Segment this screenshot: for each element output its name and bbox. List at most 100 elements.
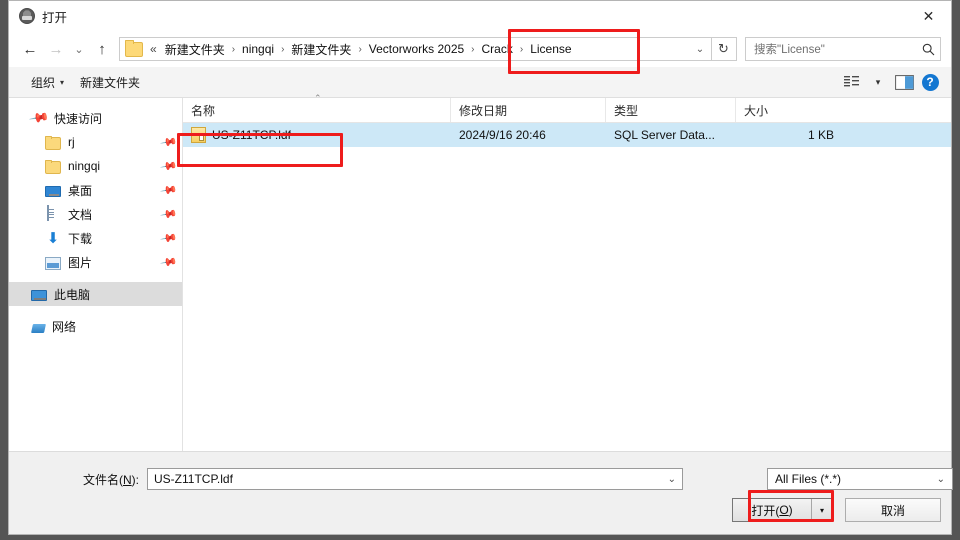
search-icon [916,43,940,56]
breadcrumb-item-2[interactable]: 新建文件夹 [287,39,355,60]
view-list-icon[interactable] [839,71,865,93]
filename-label-suffix: ): [131,472,139,487]
help-button[interactable]: ? [917,71,943,93]
sidebar-item-label: 下载 [68,231,93,246]
dialog-buttons: 打开(O) ▾ 取消 [19,498,941,522]
search-box[interactable]: 搜索"License" [745,37,941,61]
new-folder-button[interactable]: 新建文件夹 [72,71,148,94]
close-icon[interactable]: ✕ [906,1,951,31]
sidebar-item-pictures[interactable]: 图片 📌 [9,250,182,274]
sort-ascending-icon: ⌃ [314,93,322,103]
pin-icon[interactable]: 📌 [160,253,179,272]
sidebar-item-quick-access[interactable]: 📌 快速访问 [9,106,182,130]
filename-label-prefix: 文件名( [82,472,123,487]
sidebar-item-label: 桌面 [68,183,93,198]
open-file-dialog: 打开 ✕ ← → ⌄ ↑ « 新建文件夹 › ningqi › 新建文件夹 › [8,0,953,535]
breadcrumb-item-4[interactable]: Crack [478,40,517,58]
sidebar-item-desktop[interactable]: 桌面 📌 [9,178,182,202]
sidebar-item-label: 图片 [68,255,93,270]
preview-pane-icon[interactable] [891,71,917,93]
chevron-right-icon[interactable]: › [468,42,477,57]
organize-label: 组织 [31,75,56,90]
documents-icon [45,205,61,222]
breadcrumb-overflow[interactable]: « [149,40,161,58]
chevron-right-icon[interactable]: › [278,42,287,57]
chevron-down-icon[interactable]: ⌄ [668,474,676,485]
chevron-right-icon[interactable]: › [229,42,238,57]
up-icon[interactable]: ↑ [89,36,115,62]
file-date-cell: 2024/9/16 20:46 [459,128,546,142]
file-name-label: US-Z11TCP.ldf [212,128,291,142]
breadcrumb-item-5[interactable]: License [526,40,575,58]
chevron-right-icon[interactable]: › [355,42,364,57]
pin-icon: 📌 [28,106,51,129]
pin-icon[interactable]: 📌 [160,229,179,248]
open-button-label[interactable]: 打开(O) [733,499,812,521]
column-header-name[interactable]: 名称 ⌃ [183,93,451,122]
organize-button[interactable]: 组织 ▾ [23,71,72,94]
chevron-right-icon[interactable]: › [517,42,526,57]
folder-icon [125,39,143,57]
recent-locations-icon[interactable]: ⌄ [69,36,89,62]
ldf-file-icon [191,127,206,143]
sidebar-item-this-pc[interactable]: 此电脑 [9,282,182,306]
sidebar-item-downloads[interactable]: ⬇ 下载 📌 [9,226,182,250]
sidebar-item-rj[interactable]: rj 📌 [9,130,182,154]
pin-icon[interactable]: 📌 [160,133,179,152]
open-button[interactable]: 打开(O) ▾ [732,498,833,522]
sidebar-item-label: 文档 [68,207,93,222]
sidebar-item-documents[interactable]: 文档 📌 [9,202,182,226]
filetype-select[interactable]: All Files (*.*) ⌄ [767,468,953,490]
open-label-key: O [779,503,789,517]
chevron-down-icon: ▾ [60,77,65,87]
open-dropdown-icon[interactable]: ▾ [812,499,832,521]
pin-icon[interactable]: 📌 [160,157,179,176]
column-header-date[interactable]: 修改日期 [451,98,606,122]
chevron-down-icon[interactable]: ⌄ [689,38,711,60]
pin-icon[interactable]: 📌 [160,181,179,200]
this-pc-icon [31,289,47,301]
breadcrumb-item-3[interactable]: Vectorworks 2025 [365,40,468,58]
pin-icon[interactable]: 📌 [160,205,179,224]
dialog-body: 📌 快速访问 rj 📌 ningqi 📌 桌面 📌 文档 📌 ⬇ 下载 📌 图片… [9,93,951,451]
open-label-prefix: 打开( [751,503,780,518]
network-icon [31,323,46,333]
sidebar-item-ningqi[interactable]: ningqi 📌 [9,154,182,178]
open-label-suffix: ) [788,503,793,517]
address-bar[interactable]: « 新建文件夹 › ningqi › 新建文件夹 › Vectorworks 2… [119,37,712,61]
navigation-bar: ← → ⌄ ↑ « 新建文件夹 › ningqi › 新建文件夹 › Vecto… [9,31,951,67]
filename-input[interactable]: US-Z11TCP.ldf ⌄ [147,468,683,490]
filename-value: US-Z11TCP.ldf [154,472,233,486]
sidebar-item-label: 网络 [52,319,77,334]
navigation-pane: 📌 快速访问 rj 📌 ningqi 📌 桌面 📌 文档 📌 ⬇ 下载 📌 图片… [9,98,183,451]
file-name-cell[interactable]: US-Z11TCP.ldf [183,127,451,143]
help-icon: ? [921,73,939,91]
dialog-footer: 文件名(N): US-Z11TCP.ldf ⌄ All Files (*.*) … [9,451,953,534]
app-circle-icon [19,8,35,24]
filetype-value: All Files (*.*) [775,472,842,486]
downloads-icon: ⬇ [46,229,60,247]
sidebar-item-network[interactable]: 网络 [9,314,182,338]
folder-icon [45,159,61,174]
sidebar-item-label: rj [68,135,75,149]
title-bar: 打开 ✕ [9,1,951,31]
table-row[interactable]: US-Z11TCP.ldf 2024/9/16 20:46 SQL Server… [183,123,951,147]
breadcrumb-item-1[interactable]: ningqi [238,40,278,58]
command-toolbar: 组织 ▾ 新建文件夹 ▾ ? [9,67,951,98]
column-header-type[interactable]: 类型 [606,98,736,122]
forward-icon[interactable]: → [43,36,69,62]
sidebar-item-label: ningqi [68,159,101,173]
cancel-button[interactable]: 取消 [845,498,941,522]
window-title: 打开 [42,10,68,25]
refresh-icon[interactable]: ↻ [711,37,737,61]
sidebar-item-label: 此电脑 [54,287,91,302]
search-input[interactable]: 搜索"License" [746,41,916,57]
pictures-icon [45,256,61,270]
breadcrumb-item-0[interactable]: 新建文件夹 [161,39,229,60]
view-dropdown-icon[interactable]: ▾ [865,71,891,93]
chevron-down-icon: ⌄ [936,473,945,485]
window-controls: ✕ [906,1,951,31]
file-rows: US-Z11TCP.ldf 2024/9/16 20:46 SQL Server… [183,123,951,451]
back-icon[interactable]: ← [17,36,43,62]
column-header-size[interactable]: 大小 [736,98,846,122]
